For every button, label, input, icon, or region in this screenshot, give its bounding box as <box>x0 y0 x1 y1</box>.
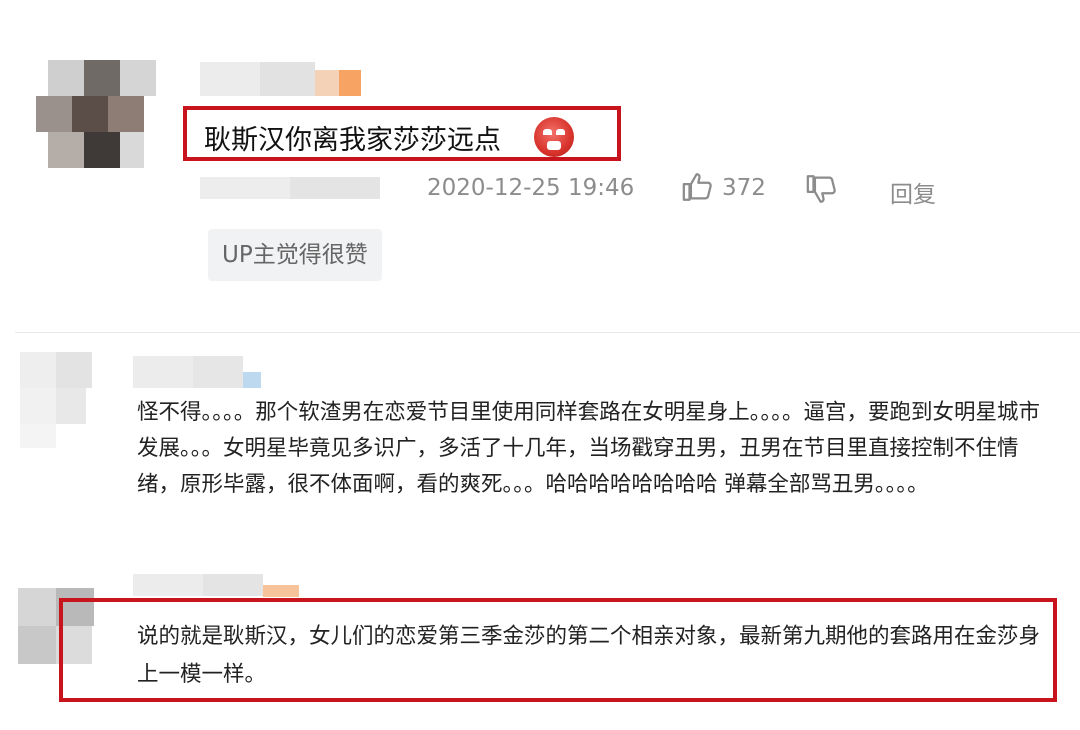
like-count: 372 <box>722 175 766 201</box>
angry-face-icon <box>534 117 574 157</box>
timestamp: 2020-12-25 19:46 <box>427 175 635 201</box>
comment-text: 怪不得。。。。那个软渣男在恋爱节目里使用同样套路在女明星身上。。。。逼宫，要跑到… <box>137 400 1041 497</box>
comment-text: 说的就是耿斯汉，女儿们的恋爱第三季金莎的第二个相亲对象，最新第九期他的套路用在金… <box>137 624 1041 687</box>
thumbs-up-icon[interactable] <box>681 170 715 204</box>
comment-text: 耿斯汉你离我家莎莎远点 <box>204 125 501 156</box>
thumbs-down-icon[interactable] <box>805 172 839 206</box>
up-liked-badge: UP主觉得很赞 <box>208 229 382 281</box>
reply-button[interactable]: 回复 <box>890 175 936 209</box>
divider <box>15 332 1080 333</box>
